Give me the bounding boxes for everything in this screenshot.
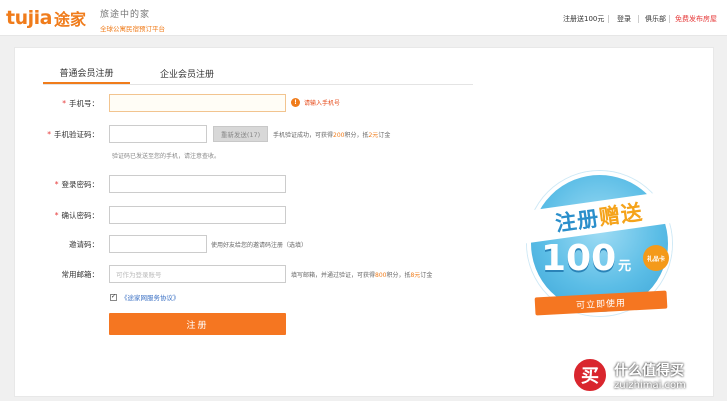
phone-error: ! 请输入手机号 [291, 98, 340, 107]
required-mark: * [62, 99, 66, 108]
nav-divider [638, 15, 639, 23]
email-reward-hint: 填写邮箱，并通过验证，可获得800积分，抵8元订金 [291, 272, 433, 279]
confirm-password-input[interactable] [109, 206, 286, 224]
agreement-link[interactable]: 《途家网服务协议》 [121, 292, 180, 302]
promo-amount-number: 100 [541, 238, 617, 279]
invite-code-hint: 使用好友给您的邀请码注册（选填） [211, 242, 308, 249]
promo-amount-unit: 元 [618, 259, 632, 274]
promo-title-left: 注册 [553, 206, 601, 236]
register-card: 普通会员注册 企业会员注册 * 手机号： ! 请输入手机号 * 手机验证码： 重新发… [14, 47, 714, 397]
tab-enterprise-register[interactable]: 企业会员注册 [150, 63, 224, 84]
tabs-divider [43, 84, 473, 85]
promo-gift-tag: 礼品卡 [643, 245, 669, 271]
watermark-text: 什么值得买 zuizhimai.com [614, 360, 686, 391]
sms-code-label: * 手机验证码： [47, 130, 99, 139]
logo-latin: tujia [6, 7, 52, 29]
nav-club[interactable]: 俱乐部 [645, 14, 666, 24]
phone-input[interactable] [109, 94, 286, 112]
nav-divider [608, 15, 609, 23]
nav-publish-free[interactable]: 免费发布房屋 [675, 14, 717, 24]
slogan-main: 旅途中的家 [100, 10, 151, 20]
watermark-cn: 什么值得买 [614, 362, 684, 379]
nav-register-gift[interactable]: 注册送100元 [563, 14, 604, 24]
resend-code-button[interactable]: 重新发送(17) [213, 126, 268, 142]
password-label: * 登录密码： [54, 180, 99, 189]
watermark: 买 什么值得买 zuizhimai.com [572, 353, 724, 397]
confirm-password-label: * 确认密码： [54, 211, 99, 220]
required-mark: * [54, 180, 59, 189]
password-input[interactable] [109, 175, 286, 193]
sms-code-input[interactable] [109, 125, 207, 143]
required-mark: * [54, 211, 59, 220]
watermark-badge: 买 [572, 357, 608, 393]
logo-cn: 途家 [53, 10, 86, 29]
invite-code-label: 邀请码： [69, 240, 99, 249]
slogan-sub: 全球公寓民宿预订平台 [100, 25, 165, 33]
invite-code-input[interactable] [109, 235, 207, 253]
warning-icon: ! [291, 98, 300, 107]
sms-sent-note: 验证码已发送至您的手机，请注意查收。 [112, 153, 221, 160]
nav-login[interactable]: 登录 [617, 14, 631, 24]
sms-code-reward-hint: 手机验证成功，可获得200积分，抵2元订金 [273, 132, 391, 139]
agreement-row: ✓ 《途家网服务协议》 [110, 292, 180, 302]
email-label: 常用邮箱： [61, 270, 100, 279]
promo-gift-card[interactable]: 注册 赠送 100 元 礼品卡 可立即使用 [511, 155, 691, 335]
nav-divider [669, 15, 670, 23]
email-input[interactable]: 可作为登录账号 [109, 265, 286, 283]
promo-title-right: 赠送 [597, 199, 645, 230]
tab-personal-register[interactable]: 普通会员注册 [43, 63, 130, 84]
phone-label: * 手机号： [62, 99, 99, 108]
promo-amount: 100 元 [541, 238, 631, 279]
register-submit-button[interactable]: 注册 [109, 313, 286, 335]
required-mark: * [47, 130, 51, 139]
top-header: tujia 途家 旅途中的家 全球公寓民宿预订平台 注册送100元 登录 俱乐部… [0, 0, 727, 36]
tujia-logo[interactable]: tujia 途家 [6, 6, 86, 30]
agreement-checkbox[interactable]: ✓ [110, 293, 117, 301]
watermark-url: zuizhimai.com [614, 379, 686, 391]
slogan: 旅途中的家 全球公寓民宿预订平台 [100, 7, 165, 33]
